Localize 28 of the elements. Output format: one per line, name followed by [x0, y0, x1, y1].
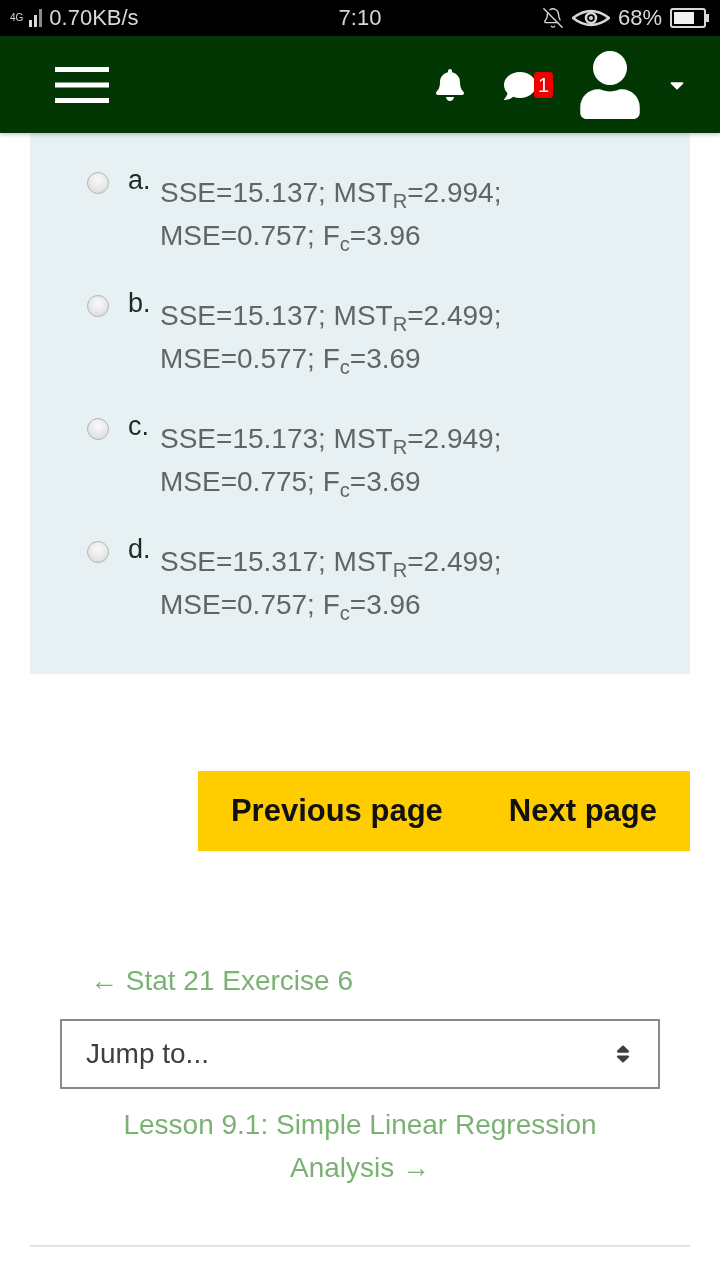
- option-letter: d.: [128, 533, 152, 565]
- menu-button[interactable]: [55, 66, 109, 103]
- option-letter: a.: [128, 164, 152, 196]
- signal-icon: [29, 9, 44, 27]
- message-count-badge: 1: [534, 71, 553, 98]
- muted-bell-icon: [541, 7, 564, 29]
- network-speed: 0.70KB/s: [49, 5, 139, 31]
- previous-page-button[interactable]: Previous page: [197, 771, 476, 851]
- option-text: SSE=15.173; MST$_{R}$=2.949; MSE=0.775; F$_{c}$=3.69: [160, 422, 503, 503]
- option-text: SSE=15.137; MST$_{R}$=2.499; MSE=0.577; F$_{c}$=3.69: [160, 299, 503, 380]
- clock-time: 7:10: [338, 5, 382, 31]
- next-page-button[interactable]: Next page: [475, 771, 690, 851]
- radio-button[interactable]: [87, 172, 109, 194]
- radio-button[interactable]: [87, 418, 109, 440]
- jump-to-select[interactable]: Jump to...: [60, 1019, 660, 1089]
- notifications-button[interactable]: [434, 68, 466, 101]
- messages-button[interactable]: 1: [504, 65, 553, 104]
- network-type-label: 4G: [10, 13, 24, 23]
- eye-icon: [571, 8, 610, 28]
- option-letter: b.: [128, 287, 152, 319]
- radio-button[interactable]: [87, 295, 109, 317]
- option-letter: c.: [128, 410, 150, 442]
- select-value: Jump to...: [86, 1038, 209, 1070]
- battery-percent: 68%: [617, 5, 662, 31]
- option-text: SSE=15.137; MST$_{R}$=2.994; MSE=0.757; F$_{c}$=3.96: [160, 176, 503, 257]
- option-text: SSE=15.317; MST$_{R}$=2.499; MSE=0.757; F$_{c}$=3.96: [160, 545, 503, 626]
- battery-icon: [670, 8, 710, 28]
- radio-button[interactable]: [87, 541, 109, 563]
